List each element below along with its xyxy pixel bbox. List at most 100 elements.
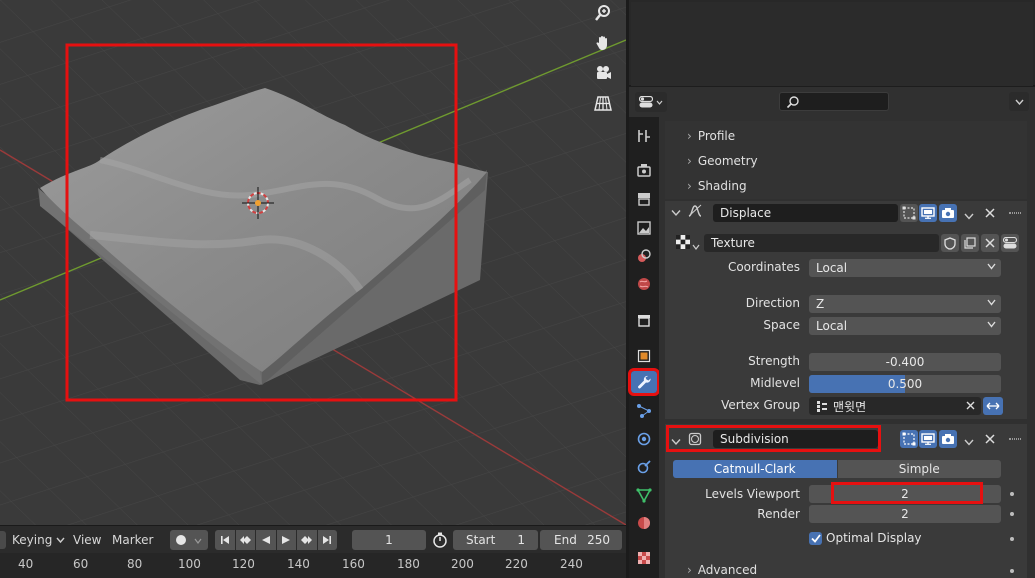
fake-user-shield-icon[interactable] (941, 234, 959, 252)
stopwatch-icon[interactable] (432, 532, 448, 551)
section-geometry-label: Geometry (697, 154, 758, 168)
close-icon[interactable] (985, 433, 995, 447)
editor-type-button[interactable] (635, 92, 667, 112)
texture-field[interactable]: Texture (704, 234, 939, 252)
subdivision-modifier-icon (688, 432, 702, 449)
render-levels-label: Render (757, 507, 800, 521)
scene-tab-icon[interactable] (633, 245, 655, 267)
editor-type-button[interactable] (0, 531, 6, 549)
render-tab-icon[interactable] (633, 159, 655, 181)
tool-tab-icon[interactable] (633, 125, 655, 147)
simple-button[interactable]: Simple (837, 460, 1001, 478)
ruler-tick: 220 (505, 557, 528, 571)
animate-property-dot-icon[interactable] (1010, 492, 1014, 496)
coordinates-dropdown[interactable]: Local (809, 259, 1001, 277)
animate-property-dot-icon[interactable] (1010, 512, 1014, 516)
section-shading[interactable]: › Shading (687, 179, 747, 193)
strength-field[interactable]: -0.400 (809, 353, 1001, 371)
current-frame-field[interactable]: 1 (352, 530, 426, 550)
particles-tab-icon[interactable] (633, 400, 655, 422)
catmull-clark-button[interactable]: Catmull-Clark (673, 460, 837, 478)
subdivision-collapse-chevron[interactable] (671, 435, 681, 449)
physics-tab-icon[interactable] (633, 428, 655, 450)
strength-label: Strength (748, 354, 800, 368)
chevron-down-icon[interactable] (964, 209, 974, 223)
next-keyframe-icon[interactable] (297, 530, 317, 550)
timeline-ruler[interactable]: 40 60 80 100 120 140 160 180 200 220 240 (0, 553, 626, 578)
render-levels-field[interactable]: 2 (809, 505, 1001, 523)
unlink-close-icon[interactable] (981, 234, 999, 252)
zoom-icon[interactable] (590, 0, 616, 26)
view-menu[interactable]: View (73, 533, 101, 547)
viewport-display-toggle-icon[interactable] (919, 204, 937, 222)
chevron-down-icon (1014, 99, 1024, 105)
grid-perspective-icon[interactable] (590, 90, 616, 116)
auto-keying-toggle[interactable] (170, 530, 208, 550)
subdivision-name-field[interactable]: Subdivision (713, 430, 878, 448)
data-tab-icon[interactable] (633, 484, 655, 506)
prev-keyframe-icon[interactable] (235, 530, 255, 550)
outliner-area[interactable] (629, 0, 1035, 86)
search-input[interactable] (779, 92, 889, 111)
drag-handle-icon[interactable] (1009, 438, 1021, 440)
keying-menu[interactable]: Keying (12, 533, 65, 547)
chevron-down-icon[interactable] (692, 239, 700, 253)
options-dropdown[interactable] (1009, 92, 1029, 111)
drag-dot-icon[interactable] (1010, 569, 1014, 573)
advanced-subpanel[interactable]: › Advanced (687, 563, 757, 577)
midlevel-slider[interactable]: 0.500 (809, 375, 1001, 393)
constraints-tab-icon[interactable] (633, 456, 655, 478)
section-profile[interactable]: › Profile (687, 129, 735, 143)
texture-checker-icon[interactable] (676, 235, 690, 252)
section-geometry[interactable]: › Geometry (687, 154, 758, 168)
chevron-right-icon: › (687, 179, 692, 193)
duplicate-icon[interactable] (961, 234, 979, 252)
viewport-display-toggle-icon[interactable] (919, 430, 937, 448)
displace-collapse-chevron[interactable] (671, 206, 681, 220)
clear-icon[interactable] (966, 401, 975, 410)
play-reverse-icon[interactable] (256, 530, 276, 550)
render-toggle-icon[interactable] (939, 430, 957, 448)
start-frame-field[interactable]: Start 1 (453, 530, 538, 550)
texture-properties-icon[interactable] (1001, 234, 1019, 252)
direction-dropdown[interactable]: Z (809, 295, 1001, 313)
object-tab-icon[interactable] (633, 345, 655, 367)
material-tab-icon[interactable] (633, 512, 655, 534)
edit-mode-toggle-icon[interactable] (900, 204, 918, 222)
invert-vertex-group-icon[interactable] (983, 397, 1003, 415)
view-layer-tab-icon[interactable] (633, 217, 655, 239)
end-frame-field[interactable]: End 250 (540, 530, 622, 550)
play-icon[interactable] (276, 530, 296, 550)
midlevel-value: 0.500 (887, 377, 923, 391)
texture-tab-icon[interactable] (633, 547, 655, 569)
chevron-down-icon (987, 299, 996, 306)
jump-end-icon[interactable] (317, 530, 337, 550)
hand-pan-icon[interactable] (590, 30, 616, 56)
properties-main[interactable]: › Profile › Geometry › Shading Displace Tex… (659, 117, 1035, 578)
output-tab-icon[interactable] (633, 188, 655, 210)
render-toggle-icon[interactable] (939, 204, 957, 222)
jump-start-icon[interactable] (215, 530, 235, 550)
marker-menu[interactable]: Marker (112, 533, 153, 547)
viewport-scene[interactable] (0, 0, 626, 525)
animate-property-dot-icon[interactable] (1010, 537, 1014, 541)
edit-mode-toggle-icon[interactable] (900, 430, 918, 448)
timeline-header: Keying View Marker 1 Start 1 End 250 (0, 525, 626, 553)
space-dropdown[interactable]: Local (809, 317, 1001, 335)
world-tab-icon[interactable] (633, 273, 655, 295)
vertex-group-field[interactable]: 맨윗면 (809, 397, 981, 415)
ruler-tick: 60 (73, 557, 89, 571)
3d-viewport[interactable] (0, 0, 626, 525)
optimal-display-label: Optimal Display (826, 531, 922, 545)
camera-icon[interactable] (590, 60, 616, 86)
optimal-display-checkbox[interactable]: Optimal Display (809, 531, 922, 545)
drag-handle-icon[interactable] (1009, 212, 1021, 214)
chevron-down-icon[interactable] (964, 435, 974, 449)
coordinates-label: Coordinates (727, 260, 800, 274)
close-icon[interactable] (985, 207, 995, 221)
ruler-tick: 160 (342, 557, 365, 571)
coordinates-value: Local (816, 261, 848, 275)
displace-name-field[interactable]: Displace (713, 204, 898, 222)
collection-tab-icon[interactable] (633, 309, 655, 331)
modifier-wrench-tab-icon[interactable] (628, 368, 660, 396)
